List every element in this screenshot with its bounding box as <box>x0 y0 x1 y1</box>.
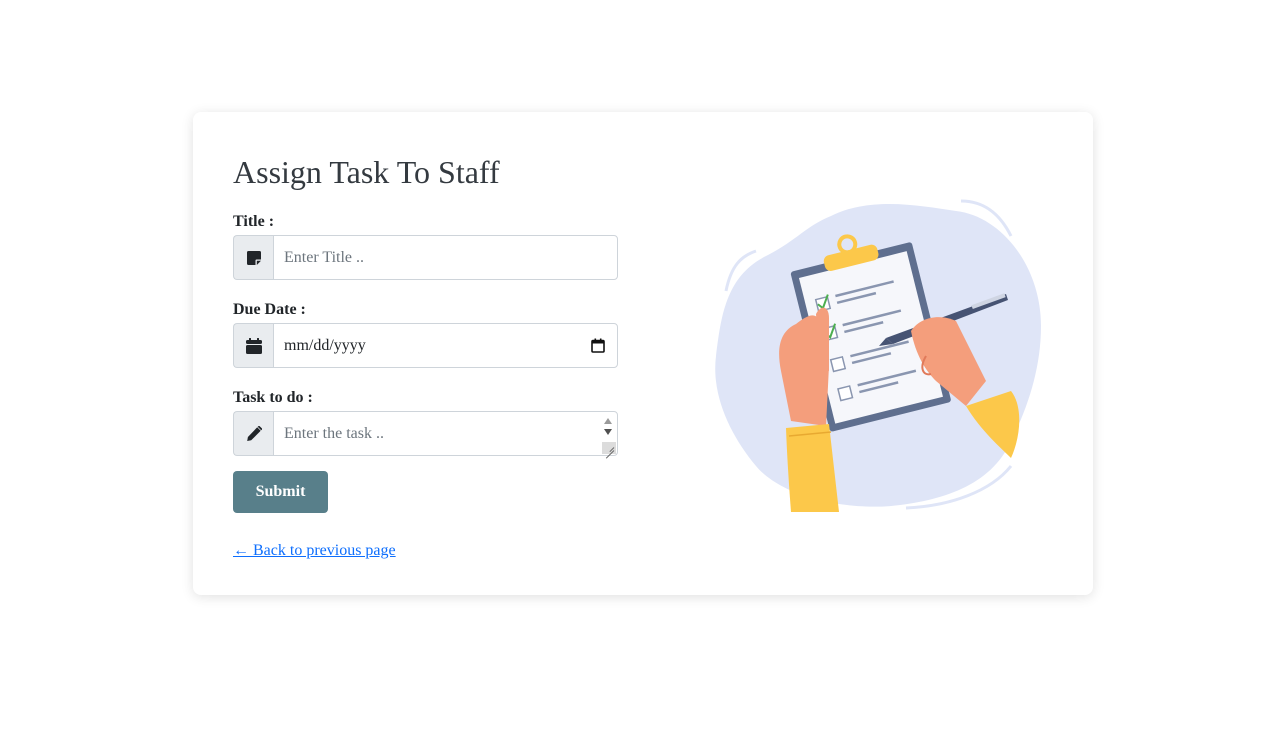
sticky-note-icon <box>233 235 273 280</box>
due-date-value: mm/dd/yyyy <box>284 336 366 354</box>
scroll-down-icon[interactable] <box>604 429 612 435</box>
scroll-up-icon[interactable] <box>604 418 612 424</box>
due-date-input-group: mm/dd/yyyy <box>233 323 618 368</box>
title-input[interactable]: Enter Title .. <box>273 235 618 280</box>
assign-task-form: Assign Task To Staff Title : Enter Title… <box>233 152 618 561</box>
clipboard-checklist-illustration <box>715 199 1041 512</box>
title-input-group: Enter Title .. <box>233 235 618 280</box>
due-date-label: Due Date : <box>233 301 306 318</box>
task-label: Task to do : <box>233 389 313 406</box>
back-link[interactable]: ← Back to previous page <box>233 541 396 561</box>
page-title: Assign Task To Staff <box>233 154 500 190</box>
calendar-icon <box>233 323 273 368</box>
pencil-icon <box>233 411 273 456</box>
task-placeholder: Enter the task .. <box>284 424 384 442</box>
form-card: Assign Task To Staff Title : Enter Title… <box>193 112 1093 595</box>
due-date-input[interactable]: mm/dd/yyyy <box>273 323 618 368</box>
task-textarea[interactable]: Enter the task .. <box>273 411 618 456</box>
resize-handle-icon[interactable] <box>602 442 616 454</box>
title-label: Title : <box>233 213 275 230</box>
task-input-group: Enter the task .. <box>233 411 618 456</box>
calendar-picker-icon[interactable] <box>591 338 605 358</box>
title-placeholder: Enter Title .. <box>284 248 365 266</box>
submit-button[interactable]: Submit <box>233 471 328 513</box>
